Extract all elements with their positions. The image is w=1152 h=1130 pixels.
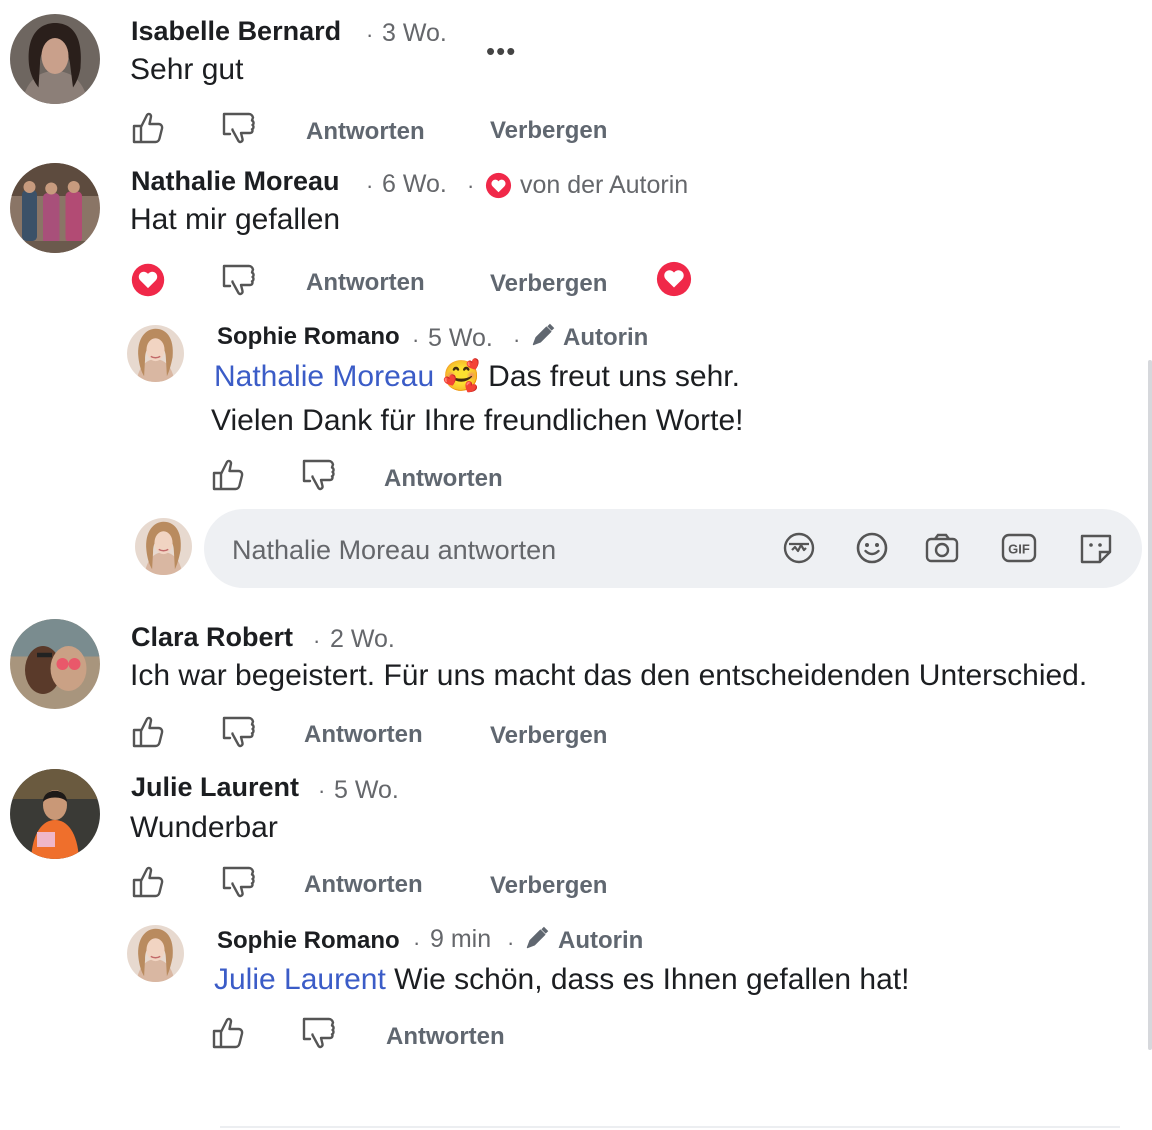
comment-time[interactable]: 3 Wo. <box>382 21 447 46</box>
like-icon[interactable] <box>210 1015 246 1051</box>
reply-button[interactable]: Antworten <box>306 271 425 295</box>
camera-icon[interactable] <box>922 528 962 568</box>
author-heart-icon <box>484 171 513 200</box>
avatar <box>135 518 192 575</box>
pen-icon <box>524 925 550 951</box>
reply-input[interactable] <box>230 533 754 567</box>
emoji: 🥰 <box>442 360 480 393</box>
separator: · <box>413 930 421 955</box>
sticker-icon[interactable] <box>1076 528 1116 568</box>
separator: · <box>507 930 515 955</box>
avatar[interactable] <box>127 925 184 982</box>
separator: · <box>513 327 521 352</box>
avatar[interactable] <box>10 619 100 709</box>
reply-author[interactable]: Sophie Romano <box>217 325 400 349</box>
hide-button[interactable]: Verbergen <box>490 874 607 898</box>
more-options-icon[interactable]: ••• <box>486 38 516 64</box>
avatar[interactable] <box>10 163 100 253</box>
dislike-icon[interactable] <box>220 714 256 750</box>
separator: · <box>412 327 420 352</box>
separator: · <box>313 628 321 653</box>
comment-text: Sehr gut <box>130 53 244 86</box>
reply-button[interactable]: Antworten <box>304 723 423 747</box>
comment-text: Hat mir gefallen <box>130 203 341 236</box>
reply-text: Das freut uns sehr. <box>488 360 740 393</box>
author-badge: Autorin <box>563 324 649 351</box>
comment-author[interactable]: Julie Laurent <box>131 774 299 801</box>
separator: · <box>366 173 374 198</box>
divider <box>220 1126 1120 1128</box>
like-icon[interactable] <box>130 110 166 146</box>
author-badge: Autorin <box>558 927 644 954</box>
author-like-label: von der Autorin <box>520 171 689 199</box>
dislike-icon[interactable] <box>220 864 256 900</box>
reply-composer: GIF <box>204 509 1142 588</box>
comment-time[interactable]: 6 Wo. <box>382 172 447 197</box>
reply-text-line: Julie Laurent Wie schön, dass es Ihnen g… <box>214 965 909 995</box>
comment-author[interactable]: Clara Robert <box>131 624 293 651</box>
separator: · <box>467 173 475 198</box>
separator: · <box>318 778 326 803</box>
scrollbar[interactable] <box>1148 360 1152 1050</box>
avatar[interactable] <box>10 14 100 104</box>
hide-button[interactable]: Verbergen <box>490 119 607 143</box>
dislike-icon[interactable] <box>220 110 256 146</box>
reply-text: Wie schön, dass es Ihnen gefallen hat! <box>394 963 910 996</box>
reply-author[interactable]: Sophie Romano <box>217 929 400 953</box>
emoji-icon[interactable] <box>852 528 892 568</box>
dislike-icon[interactable] <box>300 1015 336 1051</box>
comment-time[interactable]: 2 Wo. <box>330 627 395 652</box>
dislike-icon[interactable] <box>220 262 256 298</box>
avatar-sticker-icon[interactable] <box>779 528 819 568</box>
like-icon[interactable] <box>130 864 166 900</box>
reply-text: Vielen Dank für Ihre freundlichen Worte! <box>211 404 744 437</box>
reply-button[interactable]: Antworten <box>306 120 425 144</box>
pen-icon <box>530 322 556 348</box>
reply-button[interactable]: Antworten <box>384 467 503 491</box>
avatar[interactable] <box>127 325 184 382</box>
comment-author[interactable]: Nathalie Moreau <box>131 168 340 195</box>
comment-time[interactable]: 5 Wo. <box>334 778 399 803</box>
comment-text: Ich war begeistert. Für uns macht das de… <box>130 659 1088 692</box>
avatar[interactable] <box>10 769 100 859</box>
comment-text: Wunderbar <box>130 811 278 844</box>
mention-link[interactable]: Nathalie Moreau <box>214 360 434 393</box>
reply-button[interactable]: Antworten <box>304 873 423 897</box>
reply-button[interactable]: Antworten <box>386 1025 505 1049</box>
hide-button[interactable]: Verbergen <box>490 272 607 296</box>
heart-reaction-icon[interactable] <box>130 262 166 298</box>
author-heart-icon <box>655 260 693 298</box>
hide-button[interactable]: Verbergen <box>490 724 607 748</box>
reply-text-line: Nathalie Moreau 🥰 Das freut uns sehr. <box>214 362 740 392</box>
mention-link[interactable]: Julie Laurent <box>214 963 386 996</box>
dislike-icon[interactable] <box>300 457 336 493</box>
like-icon[interactable] <box>210 457 246 493</box>
separator: · <box>366 22 374 47</box>
gif-icon[interactable]: GIF <box>999 528 1039 568</box>
like-icon[interactable] <box>130 714 166 750</box>
comment-author[interactable]: Isabelle Bernard <box>131 18 341 45</box>
reply-time[interactable]: 5 Wo. <box>428 326 493 351</box>
reply-time[interactable]: 9 min <box>430 927 491 952</box>
gif-label: GIF <box>1008 542 1030 557</box>
